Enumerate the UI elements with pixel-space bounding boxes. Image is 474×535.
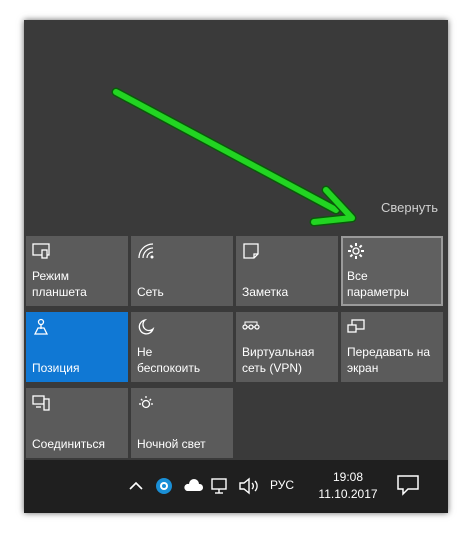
tile-note[interactable]: Заметка	[236, 236, 338, 306]
tile-location[interactable]: Позиция	[26, 312, 128, 382]
tile-label: Ночной свет	[137, 437, 206, 451]
app-tray-icon[interactable]	[154, 476, 174, 496]
moon-icon	[138, 318, 155, 335]
tile-label: Не беспокоить	[137, 345, 201, 375]
tile-label: Заметка	[242, 285, 289, 299]
tile-label: Режим планшета	[32, 269, 87, 299]
volume-icon[interactable]	[238, 476, 262, 496]
tile-label: Все параметры	[347, 269, 409, 299]
clock-time: 19:08	[332, 470, 364, 484]
action-center-icon[interactable]	[394, 472, 422, 498]
location-icon	[33, 318, 49, 335]
tile-label: Виртуальная сеть (VPN)	[242, 345, 315, 375]
tile-tablet-mode[interactable]: Режим планшета	[26, 236, 128, 306]
night-light-icon	[139, 396, 153, 409]
collapse-link[interactable]: Свернуть	[381, 200, 438, 215]
chevron-up-icon[interactable]	[128, 476, 144, 496]
clock-date: 11.10.2017	[318, 487, 378, 501]
gear-icon	[348, 243, 364, 259]
language-indicator[interactable]: РУС	[270, 478, 294, 492]
tile-label: Соединиться	[32, 437, 106, 451]
quick-actions-grid: Режим планшета Сеть Заметка Все параметр…	[24, 236, 448, 460]
tile-label: Сеть	[137, 285, 164, 299]
vpn-icon	[242, 321, 260, 330]
tile-all-settings[interactable]: Все параметры	[341, 236, 443, 306]
tile-night-light[interactable]: Ночной свет	[131, 388, 233, 458]
network-icon	[138, 243, 154, 259]
tablet-mode-icon	[32, 243, 50, 259]
note-icon	[243, 243, 259, 259]
notifications-area: Свернуть	[24, 20, 448, 235]
cloud-icon[interactable]	[182, 476, 204, 496]
action-center-window: Свернуть Режим планшета Сеть Заметка Все…	[24, 20, 448, 513]
tile-do-not-disturb[interactable]: Не беспокоить	[131, 312, 233, 382]
tile-vpn[interactable]: Виртуальная сеть (VPN)	[236, 312, 338, 382]
tile-network[interactable]: Сеть	[131, 236, 233, 306]
clock[interactable]: 19:08 11.10.2017	[308, 469, 388, 503]
project-icon	[347, 319, 365, 333]
tile-label: Позиция	[32, 361, 80, 375]
tile-project[interactable]: Передавать на экран	[341, 312, 443, 382]
taskbar: РУС 19:08 11.10.2017	[24, 460, 448, 513]
tile-connect[interactable]: Соединиться	[26, 388, 128, 458]
network-connection-icon[interactable]	[210, 476, 232, 496]
tile-label: Передавать на экран	[347, 345, 431, 375]
connect-icon	[32, 395, 50, 411]
